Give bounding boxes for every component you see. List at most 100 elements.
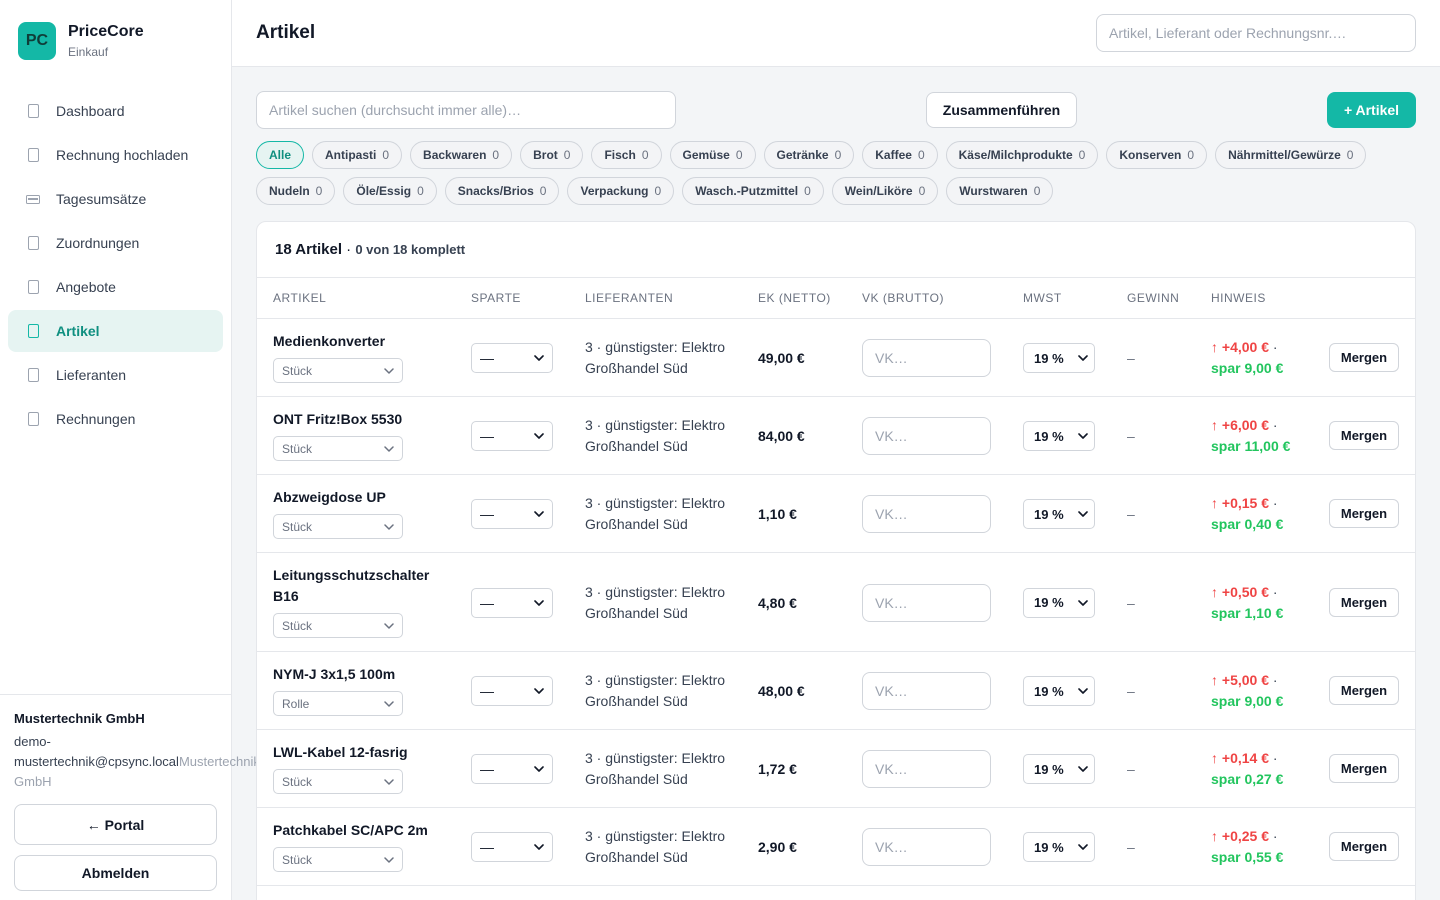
mwst-select[interactable]: 19 % [1023,587,1095,618]
chip-label: Kaffee [875,148,912,162]
category-chip[interactable]: Snacks/Brios 0 [444,177,560,205]
table-body: Medienkonverter Stück — 3 · günstigster: El… [257,319,1415,886]
category-chip[interactable]: Antipasti 0 [312,141,403,169]
merge-row-button[interactable]: Mergen [1329,587,1399,617]
mwst-select[interactable]: 19 % [1023,499,1095,529]
article-search-input[interactable] [256,91,676,129]
brand-subtitle: Einkauf [68,45,109,59]
sparte-select[interactable]: — [471,676,553,706]
ek-price: 1,10 € [758,506,797,522]
mwst-select[interactable]: 19 % [1023,676,1095,706]
category-chip[interactable]: Käse/Milchprodukte 0 [945,141,1099,169]
category-chip[interactable]: Brot 0 [520,141,584,169]
chip-label: Brot [533,148,558,162]
vk-input[interactable] [862,750,991,788]
add-article-button[interactable]: + Artikel [1327,92,1416,128]
category-chip[interactable]: Wein/Liköre 0 [831,177,939,205]
chip-row: Alle Antipasti 0 Backwaren 0 Brot 0 Fisch 0 Gemüs… [256,141,1416,169]
sparte-select[interactable]: — [471,499,553,529]
sparte-select[interactable]: — [471,754,553,784]
sidebar-item-rechnungen[interactable]: Rechnungen [8,398,223,440]
category-chip[interactable]: Wasch.-Putzmittel 0 [682,177,824,205]
category-chip[interactable]: Nährmittel/Gewürze 0 [1215,141,1367,169]
category-chip[interactable]: Wurstwaren 0 [946,177,1054,205]
category-chip[interactable]: Getränke 0 [763,141,855,169]
chip-count: 0 [641,148,649,162]
sparte-select[interactable]: — [471,343,553,373]
portal-button[interactable]: ← Portal [14,804,217,845]
article-cell: Medienkonverter Stück [273,331,448,383]
category-chip[interactable]: Öle/Essig 0 [343,177,437,205]
chip-count: 0 [654,184,662,198]
sidebar-item-lieferanten[interactable]: Lieferanten [8,354,223,396]
vk-input[interactable] [862,672,991,710]
vk-input[interactable] [862,339,991,377]
column-header: EK (NETTO) [758,291,831,305]
unit-value: Stück [282,852,313,867]
column-header: LIEFERANTEN [585,291,674,305]
sparte-select[interactable]: — [471,587,553,618]
category-chip[interactable]: Alle [256,141,305,169]
supplier-summary: 3 · günstigster: Elektro Großhandel Süd [585,583,726,621]
article-cell: Patchkabel SC/APC 2m Stück [273,820,448,872]
chip-label: Alle [269,148,292,162]
sidebar-item-angebote[interactable]: Angebote [8,266,223,308]
mwst-select[interactable]: 19 % [1023,421,1095,451]
price-increase: ↑ +0,14 € [1211,750,1269,766]
sidebar-item-zuordnungen[interactable]: Zuordnungen [8,222,223,264]
sparte-select[interactable]: — [471,832,553,862]
merge-row-button[interactable]: Mergen [1329,754,1399,783]
category-chip[interactable]: Konserven 0 [1106,141,1208,169]
logout-button[interactable]: Abmelden [14,855,217,891]
sparte-value: — [480,506,494,522]
sidebar-item-dashboard[interactable]: Dashboard [8,90,223,132]
unit-select[interactable]: Stück [273,847,403,872]
mwst-select[interactable]: 19 % [1023,343,1095,373]
vk-input[interactable] [862,495,991,533]
account-info: demo-mustertechnik@cpsync.localMustertec… [14,732,274,792]
hint-separator: · [1269,417,1278,433]
chevron-down-icon [1078,355,1088,361]
chevron-down-icon [534,511,544,517]
sparte-value: — [480,683,494,699]
unit-select[interactable]: Stück [273,514,403,539]
chip-count: 0 [1346,148,1354,162]
sidebar-item-rechnung-hochladen[interactable]: Rechnung hochladen [8,134,223,176]
unit-value: Stück [282,363,313,378]
category-chip[interactable]: Gemüse 0 [669,141,756,169]
vk-input[interactable] [862,417,991,455]
hint-separator: · [1269,583,1278,600]
savings-hint: spar 1,10 € [1211,604,1284,621]
unit-select[interactable]: Rolle [273,691,403,716]
unit-select[interactable]: Stück [273,613,403,638]
sidebar-nav: Dashboard Rechnung hochladen Tagesumsätze Z… [8,90,223,442]
global-search-input[interactable] [1096,14,1416,52]
vk-input[interactable] [862,828,991,866]
sidebar-item-artikel[interactable]: Artikel [8,310,223,352]
unit-select[interactable]: Stück [273,436,403,461]
merge-row-button[interactable]: Mergen [1329,343,1399,372]
merge-articles-button[interactable]: Zusammenführen [926,92,1077,128]
merge-row-button[interactable]: Mergen [1329,499,1399,528]
merge-row-button[interactable]: Mergen [1329,676,1399,705]
brand[interactable]: PC PriceCore Einkauf [18,22,144,60]
vk-input[interactable] [862,583,991,622]
merge-row-button[interactable]: Mergen [1329,421,1399,450]
category-chip[interactable]: Backwaren 0 [410,141,513,169]
account-panel: Mustertechnik GmbH demo-mustertechnik@cp… [0,694,260,891]
mwst-select[interactable]: 19 % [1023,754,1095,784]
category-chip[interactable]: Fisch 0 [591,141,662,169]
chip-count: 0 [1033,184,1041,198]
dashboard-icon [26,104,40,118]
chevron-down-icon [384,856,394,863]
column-header: SPARTE [471,291,521,305]
category-chip[interactable]: Nudeln 0 [256,177,336,205]
category-chip[interactable]: Verpackung 0 [567,177,675,205]
mwst-select[interactable]: 19 % [1023,832,1095,862]
sidebar-item-tagesumsätze[interactable]: Tagesumsätze [8,178,223,220]
unit-select[interactable]: Stück [273,358,403,383]
merge-row-button[interactable]: Mergen [1329,832,1399,861]
sparte-select[interactable]: — [471,421,553,451]
unit-select[interactable]: Stück [273,769,403,794]
category-chip[interactable]: Kaffee 0 [862,141,938,169]
